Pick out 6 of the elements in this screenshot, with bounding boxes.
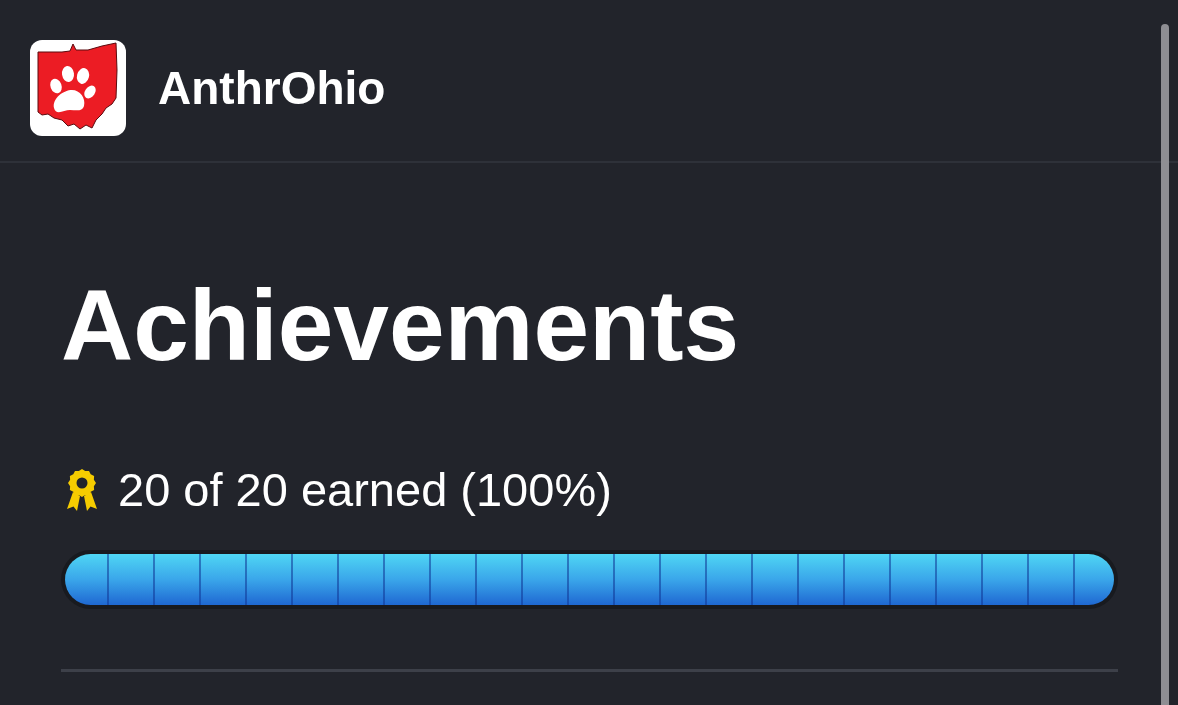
earned-summary: 20 of 20 earned (100%)	[118, 464, 612, 516]
page-heading: Achievements	[61, 268, 741, 380]
award-ribbon-icon	[64, 467, 100, 512]
map-paw-logo-icon[interactable]	[30, 40, 126, 136]
app-title: AnthrOhio	[158, 65, 386, 111]
scrollbar[interactable]	[1161, 24, 1169, 705]
